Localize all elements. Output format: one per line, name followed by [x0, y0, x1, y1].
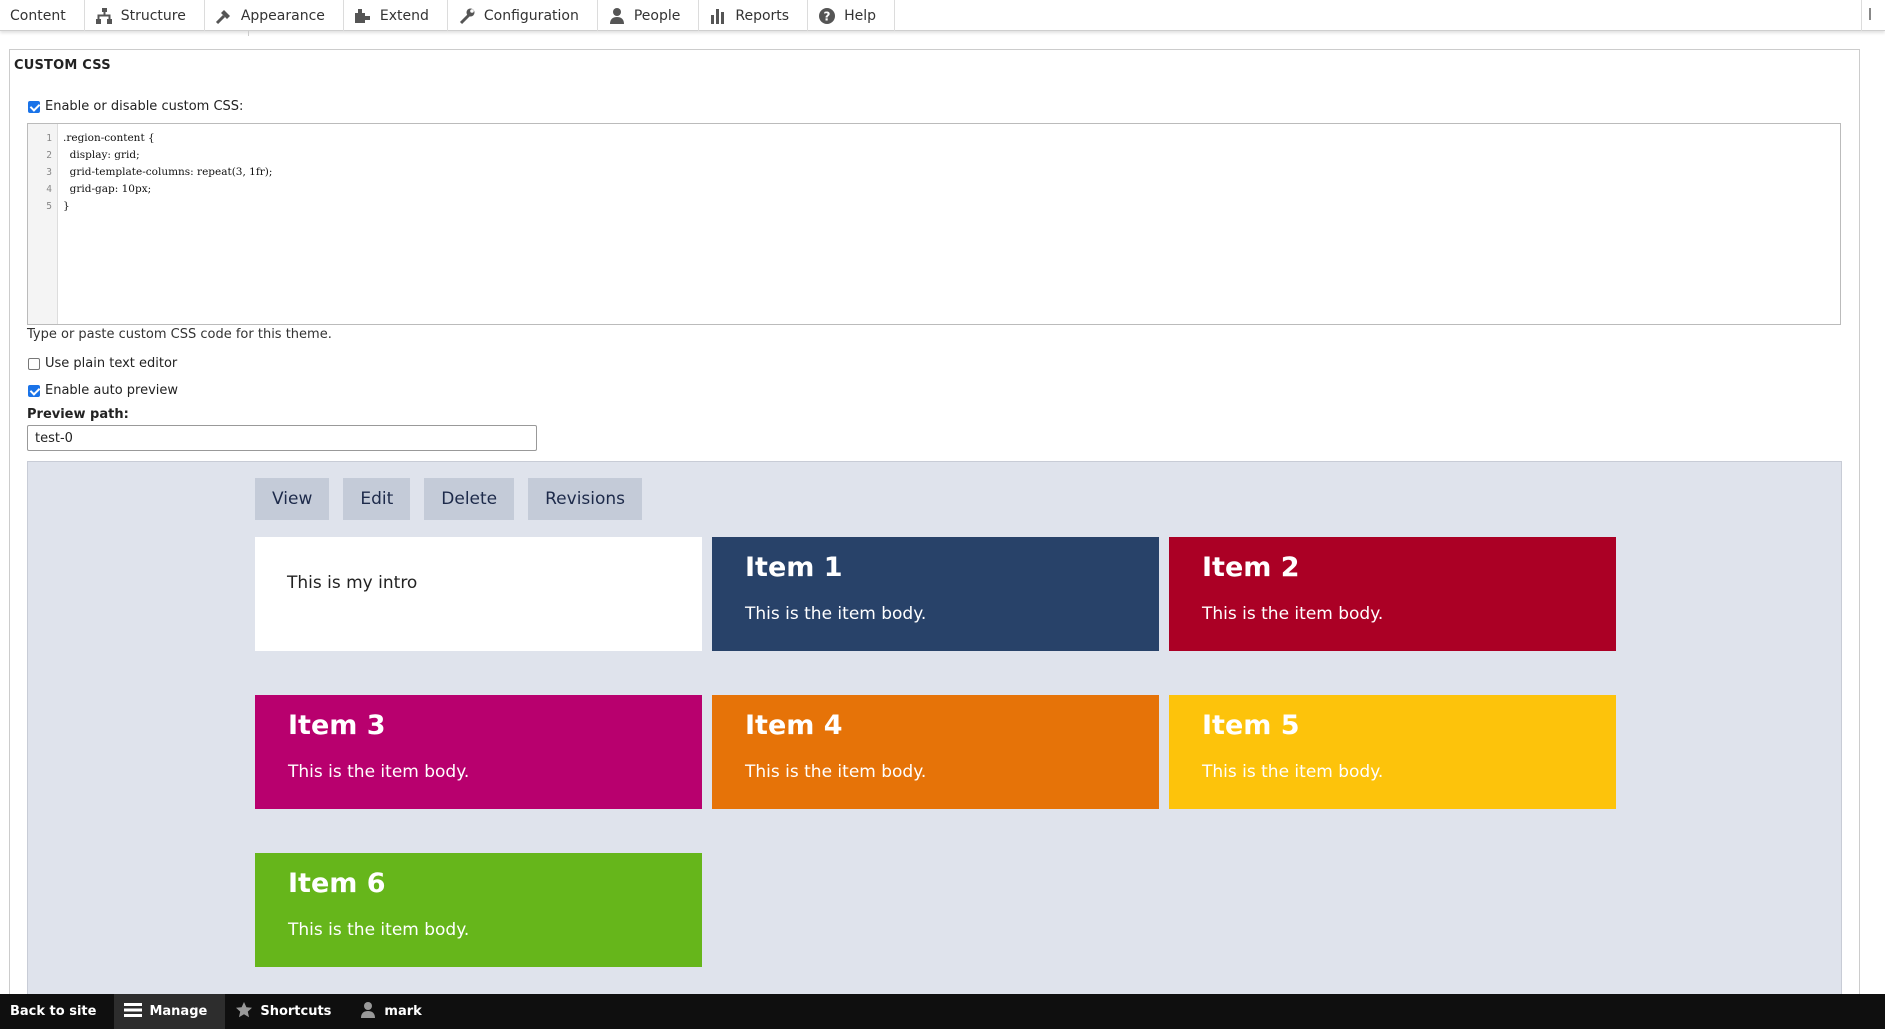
enable-custom-css-label: Enable or disable custom CSS: [45, 99, 244, 114]
menu-item-content[interactable]: Content [0, 0, 85, 31]
appearance-icon [215, 7, 233, 25]
item-title: Item 4 [745, 710, 843, 741]
menu-item-configuration[interactable]: Configuration [448, 0, 598, 31]
menu-item-appearance[interactable]: Appearance [205, 0, 344, 31]
menu-item-label: Help [844, 7, 876, 24]
user-tab[interactable]: mark [349, 994, 439, 1029]
item-title: Item 2 [1202, 552, 1300, 583]
checkbox-checked-icon[interactable] [28, 100, 40, 113]
menu-item-help[interactable]: ? Help [808, 0, 895, 31]
manage-tab[interactable]: Manage [114, 994, 226, 1029]
code-line: grid-gap: 10px; [63, 183, 152, 195]
tab-edit[interactable]: Edit [343, 478, 411, 520]
item-card-3: Item 3 This is the item body. [255, 695, 702, 809]
people-icon [608, 7, 626, 25]
reports-icon [709, 7, 727, 25]
item-title: Item 3 [288, 710, 386, 741]
checkbox-checked-icon[interactable] [28, 384, 40, 397]
css-code-editor[interactable]: 1 2 3 4 5 .region-content { display: gri… [27, 123, 1841, 325]
tab-view[interactable]: View [255, 478, 330, 520]
user-icon [359, 1001, 377, 1023]
star-icon [235, 1001, 253, 1023]
menu-item-label: Content [10, 7, 66, 24]
preview-path-input[interactable] [27, 425, 537, 451]
line-number: 5 [46, 201, 52, 212]
fieldset-legend: CUSTOM CSS [14, 58, 111, 73]
user-label: mark [384, 1004, 422, 1019]
preview-path-label: Preview path: [27, 407, 129, 422]
intro-block: This is my intro [255, 537, 702, 651]
shortcuts-label: Shortcuts [260, 1004, 332, 1019]
item-body: This is the item body. [1202, 762, 1384, 782]
item-card-5: Item 5 This is the item body. [1169, 695, 1616, 809]
back-to-site-label: Back to site [10, 1004, 97, 1019]
checkbox-unchecked-icon[interactable] [28, 357, 40, 370]
css-help-text: Type or paste custom CSS code for this t… [27, 327, 332, 342]
code-line: display: grid; [63, 149, 140, 161]
plain-text-editor-label: Use plain text editor [45, 356, 178, 371]
code-line: grid-template-columns: repeat(3, 1fr); [63, 166, 273, 178]
tab-delete[interactable]: Delete [424, 478, 515, 520]
auto-preview-checkbox[interactable]: Enable auto preview [28, 383, 178, 398]
menu-item-people[interactable]: People [598, 0, 700, 31]
help-icon: ? [818, 7, 836, 25]
item-body: This is the item body. [288, 762, 470, 782]
enable-custom-css-checkbox[interactable]: Enable or disable custom CSS: [28, 99, 243, 114]
code-line: } [63, 200, 70, 212]
admin-toolbar: Back to site Manage Shortcuts mark [0, 994, 1885, 1029]
wrench-icon [458, 7, 476, 25]
item-body: This is the item body. [745, 604, 927, 624]
menu-item-label: Structure [120, 7, 186, 24]
svg-text:?: ? [824, 9, 831, 23]
code-line: .region-content { [63, 132, 155, 144]
menu-item-structure[interactable]: Structure [85, 0, 205, 31]
structure-icon [95, 7, 113, 25]
menu-divider [248, 31, 249, 36]
item-body: This is the item body. [1202, 604, 1384, 624]
menu-item-label: Reports [735, 7, 790, 24]
item-card-2: Item 2 This is the item body. [1169, 537, 1616, 651]
code-area[interactable]: .region-content { display: grid; grid-te… [58, 124, 272, 324]
line-number-gutter: 1 2 3 4 5 [28, 124, 58, 324]
menu-item-label: Extend [379, 7, 429, 24]
menu-item-label: People [633, 7, 681, 24]
auto-preview-label: Enable auto preview [45, 383, 179, 398]
menu-item-label: Appearance [240, 7, 325, 24]
hamburger-icon [124, 1002, 143, 1022]
line-number: 2 [46, 150, 52, 161]
item-body: This is the item body. [288, 920, 470, 940]
admin-menu: Content Structure Appearance Extend Conf… [0, 0, 1885, 31]
back-to-site-link[interactable]: Back to site [0, 994, 114, 1029]
item-body: This is the item body. [745, 762, 927, 782]
live-preview: View Edit Delete Revisions This is my in… [27, 461, 1842, 1001]
menu-item-extend[interactable]: Extend [344, 0, 448, 31]
item-card-1: Item 1 This is the item body. [712, 537, 1159, 651]
toolbar-orientation-toggle[interactable] [1861, 0, 1885, 31]
item-card-6: Item 6 This is the item body. [255, 853, 702, 967]
tab-revisions[interactable]: Revisions [528, 478, 643, 520]
item-card-4: Item 4 This is the item body. [712, 695, 1159, 809]
menu-item-reports[interactable]: Reports [699, 0, 809, 31]
item-title: Item 5 [1202, 710, 1300, 741]
extend-icon [354, 7, 372, 25]
collapse-icon [1869, 8, 1879, 20]
plain-text-editor-checkbox[interactable]: Use plain text editor [28, 356, 177, 371]
item-title: Item 6 [288, 868, 386, 899]
item-title: Item 1 [745, 552, 843, 583]
menu-item-label: Configuration [483, 7, 579, 24]
line-number: 1 [46, 133, 52, 144]
shortcuts-tab[interactable]: Shortcuts [225, 994, 349, 1029]
preview-tabs: View Edit Delete Revisions [255, 478, 656, 520]
manage-label: Manage [149, 1004, 208, 1019]
line-number: 3 [46, 167, 52, 178]
line-number: 4 [46, 184, 52, 195]
